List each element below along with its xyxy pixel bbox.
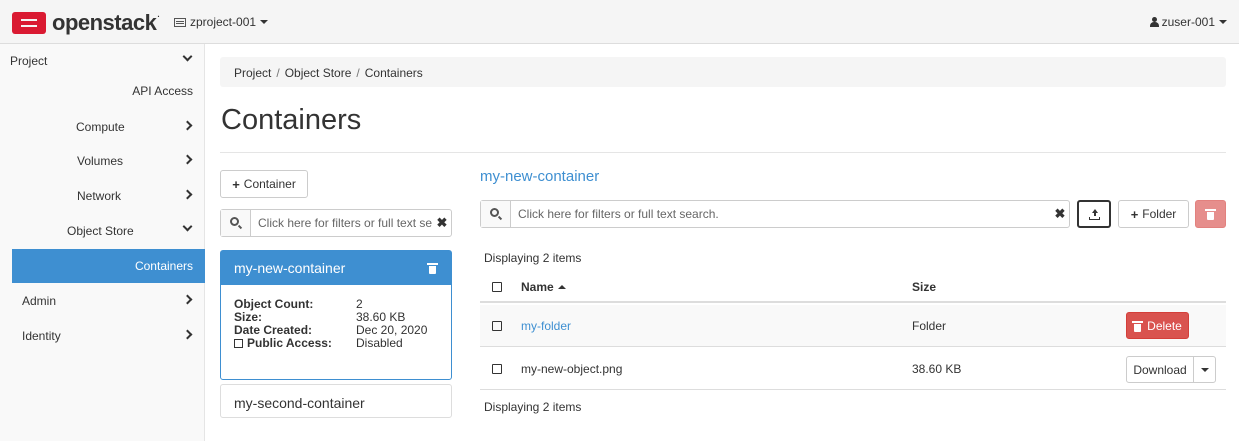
public-access-value: Disabled: [356, 336, 403, 350]
project-icon: [174, 17, 186, 27]
public-access-label: Public Access:: [247, 336, 332, 350]
chevron-right-icon: [182, 189, 193, 200]
chevron-right-icon: [182, 120, 193, 131]
sidebar-item-network[interactable]: Network: [0, 179, 205, 213]
checkbox-icon[interactable]: [234, 339, 243, 348]
chevron-right-icon: [182, 294, 193, 305]
object-size: Folder: [912, 318, 947, 333]
container-name: my-second-container: [234, 395, 365, 411]
openstack-logo-icon: [12, 12, 46, 34]
object-search[interactable]: Click here for filters or full text sear…: [480, 200, 1070, 228]
user-menu[interactable]: zuser-001: [1149, 15, 1227, 29]
sidebar-item-api-access[interactable]: API Access: [0, 74, 205, 108]
add-container-label: Container: [243, 177, 296, 191]
sidebar-item-label: Containers: [134, 259, 193, 273]
chevron-right-icon: [182, 329, 193, 340]
sidebar-item-containers[interactable]: Containers: [12, 249, 205, 283]
object-search-input[interactable]: Click here for filters or full text sear…: [511, 207, 1051, 221]
container-search-input[interactable]: Click here for filters or full text se: [251, 216, 433, 230]
row-checkbox[interactable]: [492, 320, 502, 331]
current-container-link[interactable]: my-new-container: [480, 168, 599, 185]
search-icon: [221, 210, 251, 236]
object-size: 38.60 KB: [912, 361, 962, 376]
column-header-size[interactable]: Size: [912, 280, 936, 294]
row-actions-dropdown[interactable]: [1193, 356, 1216, 383]
clear-icon[interactable]: ✖: [433, 215, 451, 231]
displaying-count-bottom: Displaying 2 items: [484, 400, 582, 414]
trash-icon[interactable]: [427, 263, 438, 274]
breadcrumb-separator: /: [276, 66, 280, 80]
breadcrumb-item-project[interactable]: Project: [234, 66, 271, 80]
container-search[interactable]: Click here for filters or full text se ✖: [220, 209, 452, 237]
displaying-count-top: Displaying 2 items: [484, 251, 582, 265]
sort-asc-icon: [557, 285, 566, 289]
container-details: Object Count: 2 Size: 38.60 KB Date Create…: [221, 285, 451, 363]
project-selector[interactable]: zproject-001: [174, 15, 269, 29]
container-card[interactable]: my-second-container: [220, 384, 452, 418]
upload-button[interactable]: [1077, 200, 1111, 228]
openstack-logo[interactable]: openstack.: [12, 10, 159, 36]
container-name: my-new-container: [234, 260, 346, 276]
download-label: Download: [1133, 362, 1187, 377]
page-title: Containers: [221, 104, 362, 136]
column-header-name[interactable]: Name: [521, 280, 566, 294]
table-row: my-folder Folder Delete: [480, 305, 1226, 347]
object-name-link[interactable]: my-folder: [521, 319, 571, 333]
sidebar-item-label: Project: [10, 54, 48, 68]
trash-icon: [1132, 320, 1144, 332]
delete-selected-button[interactable]: [1195, 200, 1226, 228]
plus-icon: +: [1130, 206, 1139, 222]
select-all-checkbox[interactable]: [492, 282, 502, 292]
sidebar-item-project[interactable]: Project: [0, 44, 205, 78]
sidebar-item-label: Object Store: [67, 224, 134, 238]
sidebar-item-label: Network: [77, 189, 122, 203]
search-icon: [481, 201, 511, 227]
chevron-down-icon: [182, 221, 193, 232]
sidebar-item-label: Volumes: [77, 154, 124, 168]
plus-icon: +: [232, 176, 240, 192]
public-access-toggle[interactable]: Public Access:: [234, 337, 356, 350]
sidebar-item-object-store[interactable]: Object Store: [0, 214, 205, 248]
container-card-header[interactable]: my-new-container: [221, 251, 451, 285]
add-folder-label: Folder: [1142, 207, 1177, 221]
download-button[interactable]: Download: [1126, 356, 1194, 383]
caret-down-icon: [1200, 367, 1209, 372]
table-row: my-new-object.png 38.60 KB Download: [480, 348, 1226, 390]
sidebar-item-label: Identity: [22, 329, 61, 343]
project-selector-label: zproject-001: [190, 15, 257, 29]
sidebar-item-volumes[interactable]: Volumes: [0, 144, 205, 178]
chevron-right-icon: [182, 154, 193, 165]
sidebar-item-label: Admin: [22, 294, 57, 308]
container-card-selected[interactable]: my-new-container Object Count: 2 Size: 38.…: [220, 250, 452, 380]
breadcrumb: Project / Object Store / Containers: [220, 57, 1226, 87]
clear-icon[interactable]: ✖: [1051, 206, 1069, 222]
sidebar-item-label: API Access: [132, 84, 193, 98]
upload-icon: [1088, 208, 1100, 220]
breadcrumb-separator: /: [356, 66, 360, 80]
sidebar-item-admin[interactable]: Admin: [0, 284, 205, 318]
user-menu-label: zuser-001: [1161, 15, 1215, 29]
user-icon: [1149, 17, 1159, 27]
object-name: my-new-object.png: [521, 361, 623, 376]
brand-name: openstack.: [52, 10, 160, 35]
add-container-button[interactable]: + Container: [220, 170, 308, 198]
chevron-down-icon: [182, 51, 193, 62]
add-folder-button[interactable]: + Folder: [1118, 200, 1189, 228]
sidebar-item-label: Compute: [76, 120, 125, 134]
top-navbar: openstack. zproject-001 zuser-001: [0, 0, 1239, 44]
delete-button[interactable]: Delete: [1126, 312, 1189, 339]
breadcrumb-item-containers: Containers: [364, 66, 423, 80]
sidebar-item-identity[interactable]: Identity: [0, 319, 205, 353]
breadcrumb-item-object-store[interactable]: Object Store: [285, 66, 352, 80]
delete-label: Delete: [1147, 318, 1182, 333]
sidebar: Project API Access Compute Volumes Netwo…: [0, 44, 205, 441]
trash-icon: [1205, 209, 1216, 220]
divider: [220, 152, 1226, 153]
caret-down-icon: [260, 20, 269, 24]
caret-down-icon: [1219, 20, 1227, 24]
row-checkbox[interactable]: [492, 363, 502, 374]
sidebar-item-compute[interactable]: Compute: [0, 110, 205, 144]
table-header: Name Size: [480, 273, 1226, 303]
